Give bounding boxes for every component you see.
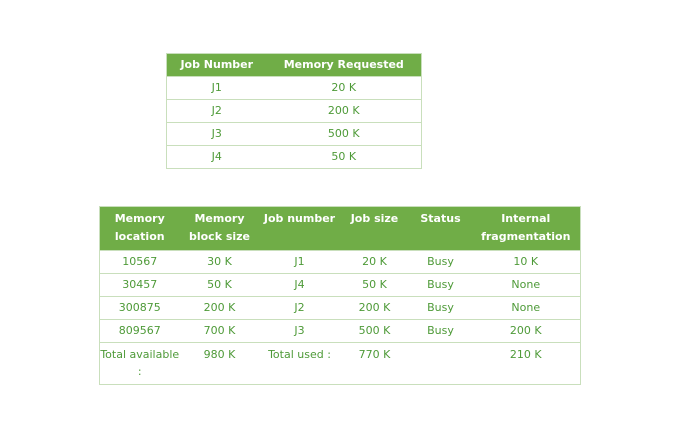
- column-header: Job number: [259, 206, 340, 251]
- table-row: J4 50 K: [166, 145, 422, 169]
- table-row: 30457 50 K J4 50 K Busy None: [99, 273, 581, 297]
- job-size-cell: 200 K: [339, 296, 410, 320]
- column-header: Internal fragmentation: [471, 206, 581, 251]
- status-cell: Busy: [409, 296, 472, 320]
- job-number-cell: J4: [259, 273, 340, 297]
- column-header: Job size: [339, 206, 410, 251]
- column-header: Memory block size: [179, 206, 260, 251]
- block-size-cell: 50 K: [179, 273, 260, 297]
- column-header: Status: [409, 206, 472, 251]
- block-size-cell: 30 K: [179, 250, 260, 274]
- memory-requested-cell: 200 K: [266, 99, 422, 123]
- total-used-value: 770 K: [339, 342, 410, 385]
- job-number-cell: J3: [259, 319, 340, 343]
- fragmentation-cell: None: [471, 273, 581, 297]
- memory-requested-cell: 500 K: [266, 122, 422, 146]
- table-row: J1 20 K: [166, 76, 422, 100]
- memory-allocation-table: Memory location Memory block size Job nu…: [99, 206, 581, 385]
- fragmentation-cell: 10 K: [471, 250, 581, 274]
- table-header-row: Memory location Memory block size Job nu…: [99, 206, 581, 251]
- job-number-cell: J1: [166, 76, 267, 100]
- column-header: Job Number: [166, 53, 267, 77]
- total-available-value: 980 K: [179, 342, 260, 385]
- total-row: Total available : 980 K Total used : 770…: [99, 342, 581, 385]
- total-used-label: Total used :: [259, 342, 340, 385]
- memory-location-cell: 30457: [99, 273, 180, 297]
- job-number-cell: J2: [166, 99, 267, 123]
- total-fragmentation-value: 210 K: [471, 342, 581, 385]
- table-row: 809567 700 K J3 500 K Busy 200 K: [99, 319, 581, 343]
- memory-requested-cell: 50 K: [266, 145, 422, 169]
- status-cell: [409, 342, 472, 385]
- job-size-cell: 50 K: [339, 273, 410, 297]
- memory-requested-cell: 20 K: [266, 76, 422, 100]
- job-size-cell: 500 K: [339, 319, 410, 343]
- column-header: Memory Requested: [266, 53, 422, 77]
- memory-location-cell: 10567: [99, 250, 180, 274]
- total-available-label: Total available :: [99, 342, 180, 385]
- job-number-cell: J1: [259, 250, 340, 274]
- job-number-cell: J2: [259, 296, 340, 320]
- job-request-table: Job Number Memory Requested J1 20 K J2 2…: [166, 53, 422, 169]
- memory-location-cell: 300875: [99, 296, 180, 320]
- table-row: 300875 200 K J2 200 K Busy None: [99, 296, 581, 320]
- job-size-cell: 20 K: [339, 250, 410, 274]
- job-number-cell: J4: [166, 145, 267, 169]
- job-number-cell: J3: [166, 122, 267, 146]
- table-header-row: Job Number Memory Requested: [166, 53, 422, 77]
- fragmentation-cell: 200 K: [471, 319, 581, 343]
- column-header: Memory location: [99, 206, 180, 251]
- fragmentation-cell: None: [471, 296, 581, 320]
- block-size-cell: 200 K: [179, 296, 260, 320]
- block-size-cell: 700 K: [179, 319, 260, 343]
- table-row: 10567 30 K J1 20 K Busy 10 K: [99, 250, 581, 274]
- memory-location-cell: 809567: [99, 319, 180, 343]
- table-row: J3 500 K: [166, 122, 422, 146]
- status-cell: Busy: [409, 250, 472, 274]
- status-cell: Busy: [409, 273, 472, 297]
- status-cell: Busy: [409, 319, 472, 343]
- table-row: J2 200 K: [166, 99, 422, 123]
